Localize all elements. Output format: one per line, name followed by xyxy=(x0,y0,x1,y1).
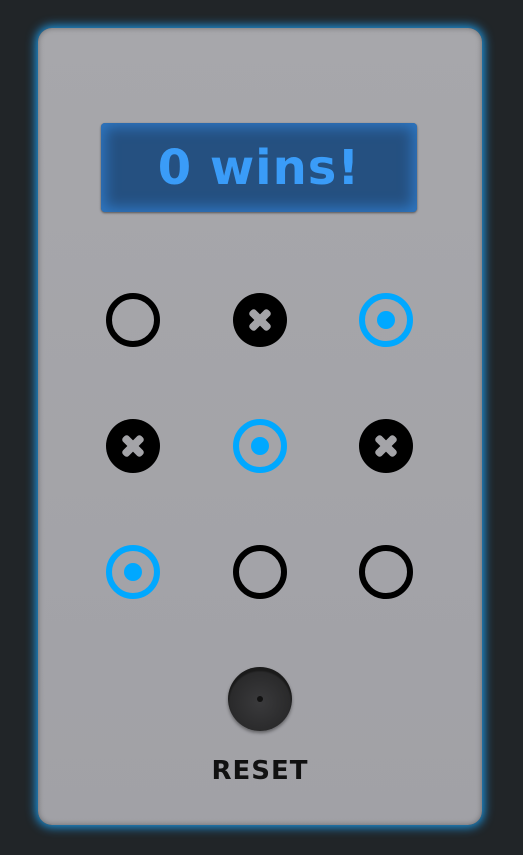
cell-r3c2-empty[interactable] xyxy=(233,545,287,599)
cell-r3c3-empty[interactable] xyxy=(359,545,413,599)
cell-r1c1-empty[interactable] xyxy=(106,293,160,347)
cell-r3c1-o-icon[interactable] xyxy=(106,545,160,599)
reset-label: RESET xyxy=(211,756,309,786)
game-panel: 0 wins! RESET xyxy=(38,28,482,825)
cell-r2c2-o-icon[interactable] xyxy=(233,419,287,473)
cell-r2c1-x-icon[interactable] xyxy=(106,419,160,473)
cell-r1c2-x-icon[interactable] xyxy=(233,293,287,347)
reset-button[interactable] xyxy=(228,667,292,731)
cell-r1c3-o-icon[interactable] xyxy=(359,293,413,347)
score-display: 0 wins! xyxy=(101,123,417,212)
cell-r2c3-x-icon[interactable] xyxy=(359,419,413,473)
